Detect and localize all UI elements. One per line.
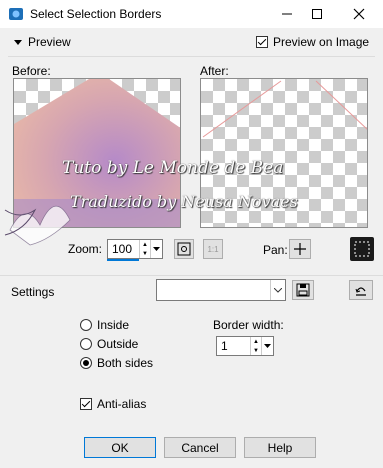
preset-dropdown-button[interactable] — [270, 280, 285, 300]
zoom-dropdown-button[interactable] — [150, 240, 162, 258]
border-width-label: Border width: — [213, 318, 284, 332]
save-preset-button[interactable] — [292, 280, 314, 300]
window-title: Select Selection Borders — [30, 7, 162, 21]
minimize-icon — [282, 13, 292, 15]
cancel-button[interactable]: Cancel — [164, 437, 236, 458]
chevron-down-icon — [153, 247, 160, 251]
border-width-value[interactable]: 1 — [217, 339, 250, 353]
spin-up-icon[interactable]: ▲ — [140, 240, 150, 249]
pan-label: Pan: — [263, 243, 288, 257]
settings-preset-dropdown[interactable] — [156, 279, 286, 301]
option-outside[interactable]: Outside — [80, 337, 138, 351]
zoom-one-to-one-button[interactable]: 1:1 — [203, 239, 223, 259]
selection-tool-button[interactable] — [350, 237, 374, 261]
watermark-line1: Tuto by Le Monde de Bea — [62, 158, 284, 178]
help-button[interactable]: Help — [244, 437, 316, 458]
close-icon — [353, 8, 365, 20]
maximize-icon — [312, 9, 322, 19]
radio-outside[interactable] — [80, 338, 92, 350]
spin-down-icon[interactable]: ▼ — [251, 346, 261, 355]
zoom-to-fit-button[interactable] — [174, 239, 194, 259]
after-label: After: — [200, 64, 229, 78]
maximize-button[interactable] — [298, 0, 336, 28]
zoom-fit-icon — [177, 242, 191, 256]
zoom-label: Zoom: — [68, 242, 103, 256]
reset-settings-button[interactable] — [349, 280, 373, 300]
zoom-spinner[interactable]: 100 ▲ ▼ — [107, 239, 163, 259]
flower-watermark-icon — [4, 205, 71, 246]
antialias-box[interactable] — [80, 398, 92, 410]
option-both-sides[interactable]: Both sides — [80, 356, 153, 370]
option-inside-label: Inside — [97, 318, 130, 332]
option-both-sides-label: Both sides — [97, 356, 154, 370]
preview-label: Preview — [28, 35, 71, 49]
save-icon — [296, 283, 310, 297]
chevron-down-icon — [14, 39, 22, 45]
zoom-value[interactable]: 100 — [108, 242, 139, 256]
zoom-spin-buttons[interactable]: ▲ ▼ — [139, 240, 150, 258]
radio-inside[interactable] — [80, 319, 92, 331]
spin-up-icon[interactable]: ▲ — [251, 337, 261, 346]
watermark-line2: Traduzido by Neusa Novaes — [70, 192, 298, 211]
divider — [8, 56, 375, 57]
divider — [0, 275, 383, 276]
settings-label: Settings — [11, 285, 55, 299]
undo-icon — [355, 287, 366, 296]
pan-button[interactable] — [289, 239, 311, 259]
radio-both-sides[interactable] — [80, 357, 92, 369]
checkbox-box[interactable] — [256, 36, 268, 48]
before-label: Before: — [12, 64, 51, 78]
spin-down-icon[interactable]: ▼ — [140, 249, 150, 258]
close-button[interactable] — [340, 0, 378, 28]
antialias-label: Anti-alias — [97, 397, 147, 411]
preview-on-image-label: Preview on Image — [273, 35, 370, 49]
border-width-spinner[interactable]: 1 ▲ ▼ — [216, 336, 274, 356]
chevron-down-icon — [264, 344, 271, 348]
chevron-down-icon — [274, 287, 282, 293]
zoom-underline — [107, 259, 139, 261]
border-dropdown-button[interactable] — [261, 337, 273, 355]
option-outside-label: Outside — [97, 337, 139, 351]
border-spin-buttons[interactable]: ▲ ▼ — [250, 337, 261, 355]
preview-on-image-checkbox[interactable]: Preview on Image — [256, 35, 369, 49]
preview-toggle[interactable]: Preview — [14, 35, 71, 49]
selection-marquee-icon — [354, 241, 370, 257]
option-inside[interactable]: Inside — [80, 318, 129, 332]
pan-move-icon — [294, 243, 306, 255]
antialias-checkbox[interactable]: Anti-alias — [80, 397, 146, 411]
ok-button[interactable]: OK — [84, 437, 156, 458]
app-icon — [9, 8, 23, 20]
